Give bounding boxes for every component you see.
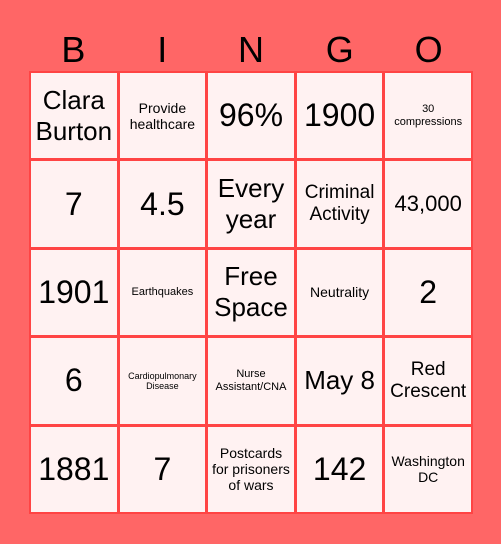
bingo-cell[interactable]: 1901 (31, 249, 117, 336)
header-letter-n: N (237, 29, 264, 70)
bingo-cell[interactable]: 30 compressions (385, 73, 471, 159)
bingo-cell[interactable]: Neutrality (296, 249, 383, 336)
bingo-cell[interactable]: Washington DC (385, 426, 471, 512)
bingo-cell[interactable]: Nurse Assistant/CNA (208, 338, 294, 424)
bingo-cell[interactable]: May 8 (296, 338, 383, 424)
bingo-cell[interactable]: 43,000 (385, 161, 471, 247)
bingo-cell[interactable]: 1881 (31, 426, 117, 512)
bingo-cell[interactable]: Earthquakes (119, 249, 206, 336)
bingo-cell[interactable]: Clara Burton (31, 73, 117, 159)
header-letter-i: I (157, 29, 168, 70)
bingo-header: B I N G O (29, 28, 473, 72)
bingo-grid: Clara Burton Provide healthcare 96% 1900… (29, 71, 473, 514)
bingo-cell[interactable]: Every year (208, 161, 294, 247)
header-letter-g: G (325, 29, 354, 70)
bingo-cell[interactable]: 4.5 (119, 161, 206, 247)
bingo-cell[interactable]: Postcards for prisoners of wars (208, 426, 294, 512)
bingo-cell[interactable]: 96% (208, 73, 294, 159)
bingo-cell[interactable]: 7 (119, 426, 206, 512)
bingo-cell[interactable]: 6 (31, 338, 117, 424)
bingo-cell[interactable]: 142 (296, 426, 383, 512)
bingo-cell[interactable]: Criminal Activity (296, 161, 383, 247)
bingo-cell[interactable]: Provide healthcare (119, 73, 206, 159)
header-letter-o: O (414, 29, 443, 70)
free-space-cell[interactable]: Free Space (208, 249, 294, 336)
bingo-cell[interactable]: 1900 (296, 73, 383, 159)
header-letter-b: B (61, 29, 86, 70)
bingo-cell[interactable]: Red Crescent (385, 338, 471, 424)
bingo-cell[interactable]: 7 (31, 161, 117, 247)
bingo-cell[interactable]: Cardiopulmonary Disease (119, 338, 206, 424)
bingo-cell[interactable]: 2 (385, 249, 471, 336)
